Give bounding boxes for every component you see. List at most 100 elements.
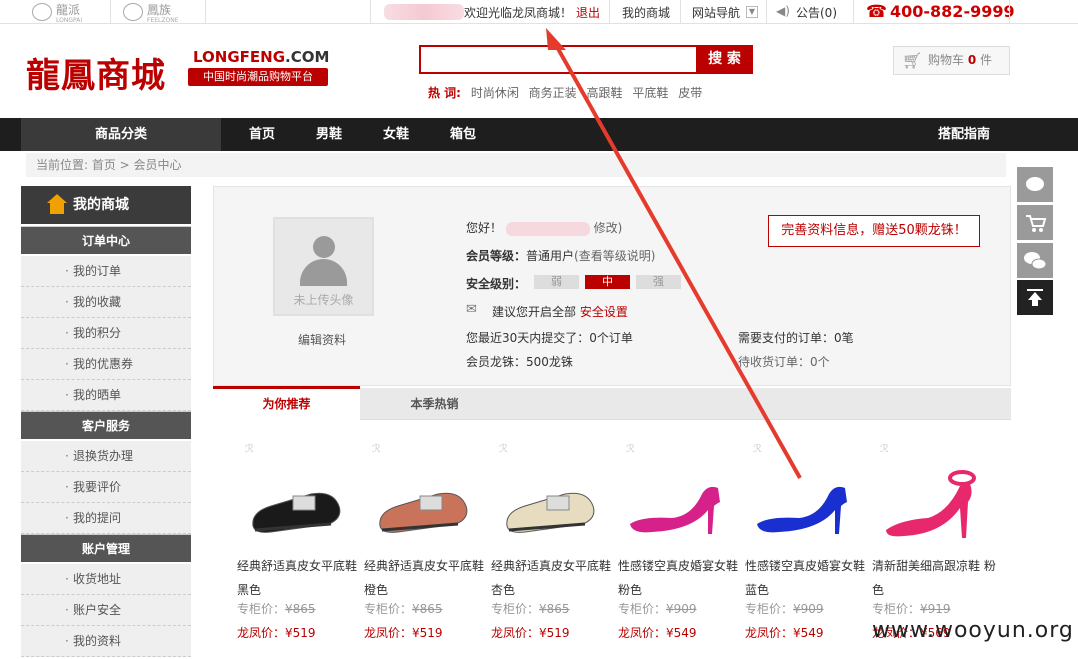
sidebar-item-profile[interactable]: 我的资料 [21, 626, 191, 657]
edit-profile-link[interactable]: 编辑资料 [298, 331, 346, 348]
product-image[interactable]: ℛ [364, 436, 484, 546]
sidebar-item-evaluate[interactable]: 我要评价 [21, 472, 191, 503]
product-image[interactable]: ℛ [237, 436, 357, 546]
product-card[interactable]: ℛ 性感镂空真皮婚宴女鞋 蓝色 专柜价：¥909 龙凤价：¥549 [745, 436, 869, 656]
orig-price-label: 专柜价： [872, 602, 921, 616]
suggest-text: 建议您开启全部 [492, 305, 577, 319]
hot-word[interactable]: 平底鞋 [632, 86, 668, 100]
sidebar-item-favorites[interactable]: 我的收藏 [21, 287, 191, 318]
security-settings-link[interactable]: 安全设置 [580, 305, 628, 319]
sidebar-item-account-security[interactable]: 账户安全 [21, 595, 191, 626]
recent-orders: 您最近30天内提交了：0个订单 [466, 331, 633, 345]
hot-words: 热 词: 时尚休闲 商务正装 高跟鞋 平底鞋 皮带 [428, 84, 708, 101]
product-image[interactable]: ℛ [745, 436, 865, 546]
member-points: 会员龙铢：500龙铢 [466, 355, 573, 369]
product-card[interactable]: ℛ 性感镂空真皮婚宴女鞋 粉色 专柜价：¥909 龙凤价：¥549 [618, 436, 742, 656]
sidebar-item-my-orders[interactable]: 我的订单 [21, 256, 191, 287]
nav-bags[interactable]: 箱包 [450, 118, 476, 151]
product-name[interactable]: 经典舒适真皮女平底鞋 黑色 [237, 554, 361, 602]
orders-to-receive: 待收货订单：0个 [738, 355, 830, 369]
sidebar-item-coupons[interactable]: 我的优惠券 [21, 349, 191, 380]
greeting: 您好！ 修改) [466, 219, 622, 236]
hotline: 400-882-9999 [890, 2, 1015, 21]
category-menu[interactable]: 商品分类 [21, 118, 221, 151]
divider [680, 0, 681, 24]
mail-icon: ✉ [466, 302, 477, 317]
nav-men-shoes[interactable]: 男鞋 [316, 118, 342, 151]
hot-word[interactable]: 商务正装 [529, 86, 577, 100]
product-price: 龙凤价：¥519 [364, 624, 443, 641]
price-value: ¥519 [412, 626, 443, 640]
tab-recommended[interactable]: 为你推荐 [213, 386, 360, 421]
sidebar-item-points[interactable]: 我的积分 [21, 318, 191, 349]
product-name[interactable]: 性感镂空真皮婚宴女鞋 粉色 [618, 554, 742, 602]
product-card[interactable]: ℛ 经典舒适真皮女平底鞋 橙色 专柜价：¥865 龙凤价：¥519 [364, 436, 488, 656]
price-value: ¥519 [285, 626, 316, 640]
nav-home[interactable]: 首页 [249, 118, 275, 151]
price-value: ¥549 [666, 626, 697, 640]
product-name[interactable]: 清新甜美细高跟凉鞋 粉色 [872, 554, 996, 602]
longpai-logo-icon [32, 3, 52, 21]
search-input[interactable] [419, 45, 696, 74]
security-label-text: 安全级别： [466, 277, 527, 291]
sidebar-section-orders: 订单中心 [21, 226, 191, 254]
longpai-logo[interactable]: 龍派 LONGPAI [32, 2, 83, 24]
search-button[interactable]: 搜 索 [696, 45, 753, 74]
level-label: 会员等级： [466, 249, 527, 263]
back-to-top-icon[interactable] [1017, 280, 1053, 315]
product-image[interactable]: ℛ [872, 436, 992, 546]
sidebar-title: 我的商城 [21, 186, 191, 224]
logo-en-dot: .COM [285, 48, 330, 66]
nav-women-shoes[interactable]: 女鞋 [383, 118, 409, 151]
sidebar-item-reviews-posted[interactable]: 我的晒单 [21, 380, 191, 411]
product-name[interactable]: 经典舒适真皮女平底鞋 杏色 [491, 554, 615, 602]
speaker-icon: ◀) [776, 4, 790, 18]
cart-icon[interactable] [1017, 205, 1053, 240]
logo-en-main: LONGFENG [193, 48, 285, 66]
longpai-logo-sub: LONGPAI [56, 16, 83, 24]
orig-price-label: 专柜价： [237, 602, 286, 616]
divider [609, 0, 610, 24]
modify-link[interactable]: 修改) [594, 221, 623, 235]
chevron-down-icon[interactable]: ▼ [746, 6, 758, 18]
price-label: 龙凤价： [237, 626, 286, 640]
feelzone-logo-icon [123, 3, 143, 21]
my-mall-link[interactable]: 我的商城 [622, 4, 670, 21]
hot-word[interactable]: 皮带 [678, 86, 702, 100]
nav-style-guide[interactable]: 搭配指南 [938, 118, 990, 151]
divider [853, 0, 854, 24]
product-name[interactable]: 经典舒适真皮女平底鞋 橙色 [364, 554, 488, 602]
wechat-icon[interactable] [1017, 243, 1053, 278]
phone-icon: ☎ [866, 2, 888, 22]
notice-link[interactable]: 公告(0) [796, 4, 837, 21]
product-card[interactable]: ℛ 经典舒适真皮女平底鞋 杏色 专柜价：¥865 龙凤价：¥519 [491, 436, 615, 656]
product-card[interactable]: ℛ 经典舒适真皮女平底鞋 黑色 专柜价：¥865 龙凤价：¥519 [237, 436, 361, 656]
security-medium: 中 [585, 275, 630, 289]
product-name[interactable]: 性感镂空真皮婚宴女鞋 蓝色 [745, 554, 869, 602]
chat-icon[interactable] [1017, 167, 1053, 202]
sidebar-title-text: 我的商城 [73, 197, 129, 213]
product-image[interactable]: ℛ [618, 436, 738, 546]
sidebar-item-address[interactable]: 收货地址 [21, 564, 191, 595]
user-silhouette-icon [313, 236, 335, 258]
avatar[interactable]: 未上传头像 [273, 217, 374, 316]
cart-button[interactable]: 🛒︎ 购物车 0 件 [893, 46, 1010, 75]
watermark: www.wooyun.org [872, 618, 1074, 643]
tab-hot-season[interactable]: 本季热销 [362, 388, 507, 420]
site-logo[interactable]: 龍鳳商城 [26, 48, 166, 97]
hot-word[interactable]: 高跟鞋 [587, 86, 623, 100]
product-image[interactable]: ℛ [491, 436, 611, 546]
hot-word[interactable]: 时尚休闲 [471, 86, 519, 100]
orig-price-label: 专柜价： [745, 602, 794, 616]
orig-price-value: ¥909 [793, 602, 824, 616]
level-info-link[interactable]: (查看等级说明) [574, 249, 655, 263]
logout-link[interactable]: 退出 [576, 4, 600, 21]
feelzone-logo-sub: FEELZONE [147, 16, 179, 24]
complete-profile-promo[interactable]: 完善资料信息，赠送50颗龙铢！ [768, 215, 980, 247]
site-nav-menu[interactable]: 网站导航 [692, 4, 740, 21]
feelzone-logo[interactable]: 鳳族 FEELZONE [123, 2, 179, 24]
sidebar-item-returns[interactable]: 退换货办理 [21, 441, 191, 472]
orig-price-value: ¥919 [920, 602, 951, 616]
sidebar-item-questions[interactable]: 我的提问 [21, 503, 191, 534]
hot-words-label: 热 词: [428, 86, 461, 100]
